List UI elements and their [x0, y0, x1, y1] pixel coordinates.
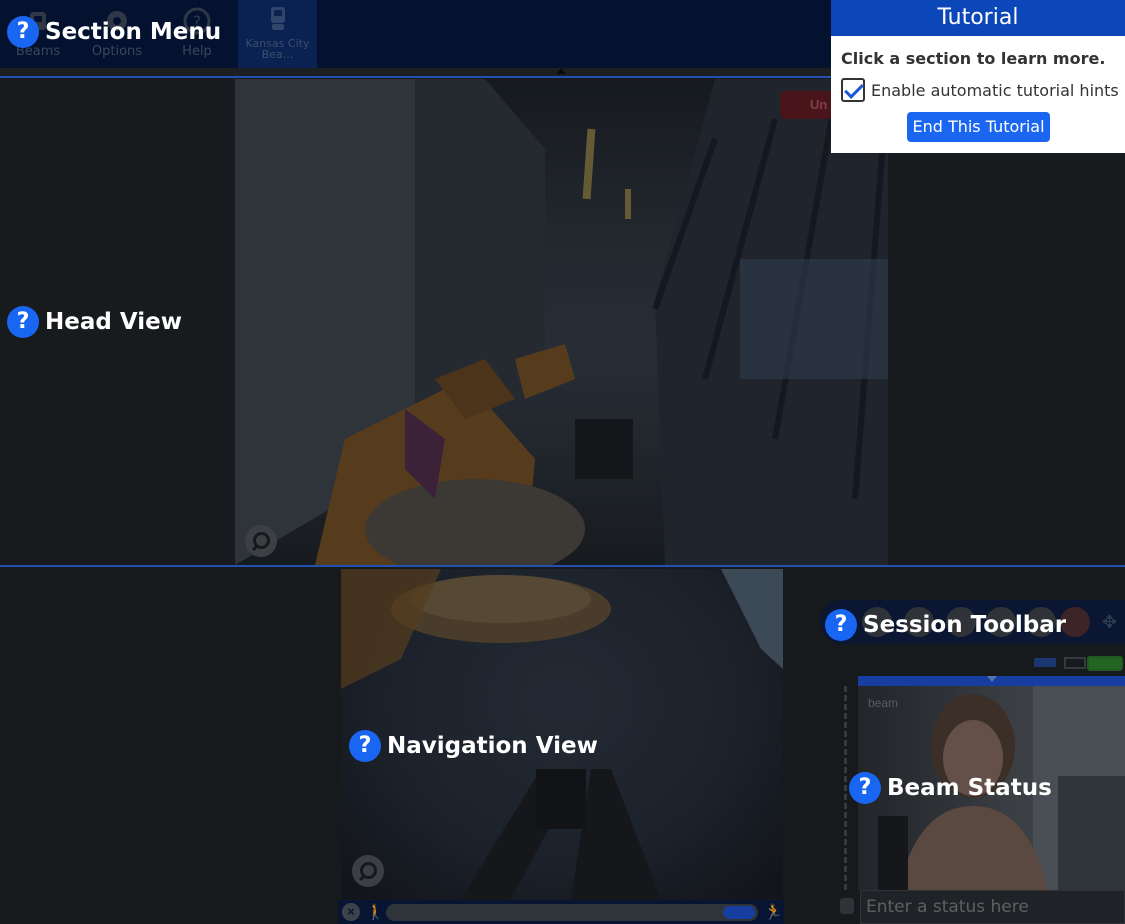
beam-robot-icon — [270, 7, 285, 30]
chevron-down-icon[interactable] — [987, 676, 997, 682]
hint-beam-status[interactable]: ? Beam Status — [849, 772, 1052, 804]
battery-icon — [1087, 656, 1123, 671]
office-scene-image — [235, 79, 888, 565]
tutorial-hints-toggle[interactable]: Enable automatic tutorial hints — [841, 78, 1125, 102]
walk-speed-icon: 🚶 — [366, 904, 385, 921]
unmute-label: Un — [810, 97, 828, 112]
end-tutorial-button[interactable]: End This Tutorial — [907, 112, 1050, 142]
tutorial-title: Tutorial — [831, 0, 1125, 36]
hints-checkbox-label[interactable]: Enable automatic tutorial hints — [871, 81, 1119, 100]
move-toolbar-icon[interactable]: ✥ — [1102, 612, 1117, 633]
wifi-signal-icon — [1034, 658, 1056, 667]
head-zoom-icon[interactable] — [245, 525, 277, 557]
help-marker-icon: ? — [7, 306, 39, 338]
robot-icon — [840, 898, 854, 914]
help-marker-icon: ? — [825, 609, 857, 641]
hint-label: Beam Status — [887, 775, 1052, 801]
hint-navigation-view[interactable]: ? Navigation View — [349, 730, 598, 762]
head-camera-feed[interactable] — [235, 79, 888, 565]
hint-label: Session Toolbar — [863, 612, 1067, 638]
run-speed-icon: 🏃 — [764, 904, 783, 921]
beam-status-resize-handle[interactable] — [844, 686, 848, 890]
tutorial-panel: Tutorial Click a section to learn more. … — [831, 0, 1125, 153]
menu-item-label: Kansas City Bea... — [245, 37, 310, 61]
status-input[interactable] — [860, 890, 1125, 924]
hint-label: Head View — [45, 309, 182, 335]
menu-item-active-beam[interactable]: Kansas City Bea... — [238, 0, 317, 68]
hints-checkbox[interactable] — [841, 78, 865, 102]
speed-slider-track[interactable] — [386, 904, 758, 921]
speed-slider-handle[interactable] — [723, 906, 755, 919]
close-icon[interactable]: × — [342, 903, 360, 921]
collapse-caret-icon[interactable] — [556, 68, 566, 74]
network-link-icon — [1064, 657, 1086, 669]
hint-label: Navigation View — [387, 733, 598, 759]
help-marker-icon: ? — [349, 730, 381, 762]
beam-session-screen: Beams Options ? Help Kansas City Bea... — [0, 0, 1125, 924]
tutorial-subtitle: Click a section to learn more. — [841, 49, 1106, 68]
connection-status — [1034, 655, 1125, 671]
nav-zoom-icon[interactable] — [352, 855, 384, 887]
hint-section-menu[interactable]: ? Section Menu — [7, 16, 221, 48]
hint-session-toolbar[interactable]: ? Session Toolbar — [825, 609, 1066, 641]
hint-label: Section Menu — [45, 19, 222, 45]
hint-head-view[interactable]: ? Head View — [7, 306, 182, 338]
help-marker-icon: ? — [849, 772, 881, 804]
help-marker-icon: ? — [7, 16, 39, 48]
speed-control-bar: × 🚶 🏃 — [338, 900, 784, 924]
